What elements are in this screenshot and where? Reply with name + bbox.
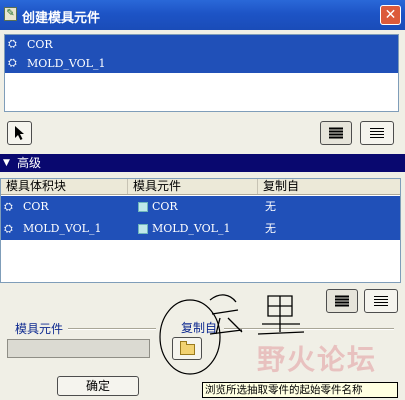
advanced-section-toggle[interactable]: ▼ 高级 (0, 154, 405, 172)
table-row[interactable]: ⛭ COR COR 无 (1, 196, 400, 218)
list-item-label: COR (27, 38, 53, 51)
column-header-component[interactable]: 模具元件 (128, 179, 258, 194)
cell-volume: MOLD_VOL_1 (23, 222, 102, 235)
collapse-arrow-icon: ▼ (3, 158, 10, 168)
table-deselect-all-button[interactable] (364, 289, 398, 313)
tooltip: 浏览所选抽取零件的起始零件名称 (202, 382, 398, 398)
select-all-icon (335, 295, 349, 308)
mold-component-icon: ⛭ (8, 37, 17, 50)
table-row[interactable]: ⛭ MOLD_VOL_1 MOLD_VOL_1 无 (1, 218, 400, 240)
part-icon (138, 224, 148, 234)
pointer-icon (15, 126, 24, 140)
select-all-icon (329, 127, 343, 140)
list-item[interactable]: ⛭ COR (5, 35, 398, 54)
mold-component-icon: ⛭ (8, 56, 17, 69)
cell-component: COR (152, 200, 178, 213)
app-icon: ✎ (4, 7, 17, 21)
mold-component-field[interactable] (7, 339, 150, 358)
window-title: 创建模具元件 (22, 11, 101, 26)
close-button[interactable]: ✕ (380, 5, 401, 25)
mold-component-label: 模具元件 (15, 322, 64, 336)
select-all-button[interactable] (320, 121, 352, 145)
section-title: 高级 (17, 156, 42, 170)
column-header-copy-from[interactable]: 复制自 (258, 179, 400, 194)
deselect-all-button[interactable] (360, 121, 394, 145)
table-header: 模具体积块 模具元件 复制自 (1, 179, 400, 195)
cell-volume: COR (23, 200, 49, 213)
table-select-all-button[interactable] (326, 289, 358, 313)
part-icon (138, 202, 148, 212)
advanced-table[interactable]: 模具体积块 模具元件 复制自 ⛭ COR COR 无 ⛭ MOLD_VOL_1 … (0, 178, 401, 283)
mold-component-icon: ⛭ (4, 200, 13, 213)
mold-component-icon: ⛭ (4, 222, 13, 235)
close-icon: ✕ (384, 7, 397, 23)
cell-copy-from: 无 (265, 200, 276, 213)
component-list[interactable]: ⛭ COR ⛭ MOLD_VOL_1 (4, 34, 399, 112)
select-button[interactable] (7, 121, 32, 145)
cell-copy-from: 无 (265, 222, 276, 235)
list-item-label: MOLD_VOL_1 (27, 57, 106, 70)
title-bar[interactable]: ✎ 创建模具元件 ✕ (0, 0, 405, 30)
cell-component: MOLD_VOL_1 (152, 222, 231, 235)
list-item[interactable]: ⛭ MOLD_VOL_1 (5, 54, 398, 73)
watermark-text: 野火论坛 (257, 343, 378, 376)
group-divider (68, 328, 156, 330)
ok-button-label: 确定 (85, 379, 110, 393)
deselect-all-icon (370, 126, 384, 140)
ok-button[interactable]: 确定 (57, 376, 139, 396)
deselect-all-icon (374, 294, 388, 308)
column-header-volume[interactable]: 模具体积块 (1, 179, 128, 194)
